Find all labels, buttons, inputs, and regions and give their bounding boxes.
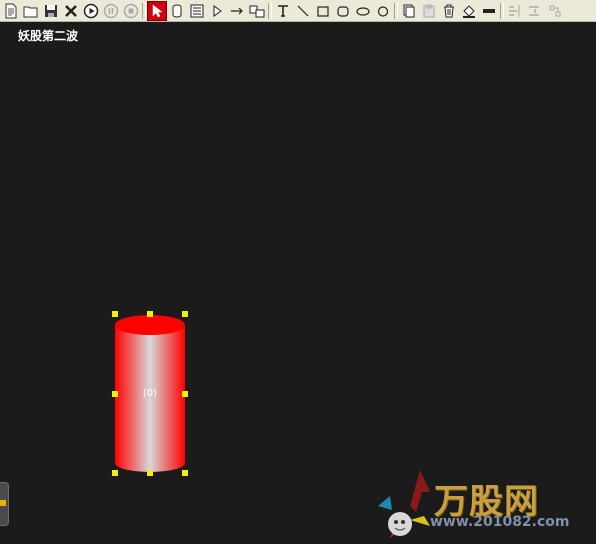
circle-icon[interactable]: [373, 1, 393, 21]
fill-color-icon[interactable]: [459, 1, 479, 21]
ellipse-icon[interactable]: [353, 1, 373, 21]
paste-icon[interactable]: [419, 1, 439, 21]
selection-handle-top-left[interactable]: [112, 311, 118, 317]
triangle-arrow-icon[interactable]: [207, 1, 227, 21]
close-icon[interactable]: [61, 1, 81, 21]
cylinder-top: [115, 315, 185, 335]
selection-handle-top[interactable]: [147, 311, 153, 317]
toolbar-separator: [142, 2, 146, 19]
cylinder-icon[interactable]: [167, 1, 187, 21]
new-icon[interactable]: [1, 1, 21, 21]
toolbar-separator: [394, 2, 398, 19]
selection-handle-bottom-left[interactable]: [112, 470, 118, 476]
side-panel-toggle[interactable]: [0, 482, 9, 526]
stop-icon[interactable]: [121, 1, 141, 21]
line-style-icon[interactable]: [479, 1, 499, 21]
watermark-url: www.201082.com: [430, 514, 570, 530]
rounded-rectangle-icon[interactable]: [333, 1, 353, 21]
toolbar-separator: [500, 2, 504, 19]
open-folder-icon[interactable]: [21, 1, 41, 21]
image-icon[interactable]: [247, 1, 267, 21]
toolbar: [0, 0, 596, 22]
line-icon[interactable]: [293, 1, 313, 21]
arrow-icon[interactable]: [227, 1, 247, 21]
text-box-icon[interactable]: [187, 1, 207, 21]
selection-handle-bottom-right[interactable]: [182, 470, 188, 476]
rectangle-icon[interactable]: [313, 1, 333, 21]
group-icon[interactable]: [545, 1, 565, 21]
drawing-canvas[interactable]: 妖股第二波 (0) 万股网 www.201082.com: [0, 22, 596, 543]
watermark-logo-icon: [378, 470, 430, 538]
chevron-left-icon: [0, 500, 6, 506]
save-icon[interactable]: [41, 1, 61, 21]
select-arrow-icon[interactable]: [147, 0, 167, 21]
pause-icon[interactable]: [101, 1, 121, 21]
toolbar-separator: [268, 2, 272, 19]
cylinder-value-label: (0): [142, 388, 158, 399]
text-tool-icon[interactable]: [273, 1, 293, 21]
align-icon[interactable]: [505, 1, 525, 21]
distribute-icon[interactable]: [525, 1, 545, 21]
selection-handle-top-right[interactable]: [182, 311, 188, 317]
watermark: 万股网 www.201082.com: [372, 462, 572, 544]
play-icon[interactable]: [81, 1, 101, 21]
selection-handle-left[interactable]: [112, 391, 118, 397]
selection-handle-right[interactable]: [182, 391, 188, 397]
copy-icon[interactable]: [399, 1, 419, 21]
delete-icon[interactable]: [439, 1, 459, 21]
selection-handle-bottom[interactable]: [147, 470, 153, 476]
